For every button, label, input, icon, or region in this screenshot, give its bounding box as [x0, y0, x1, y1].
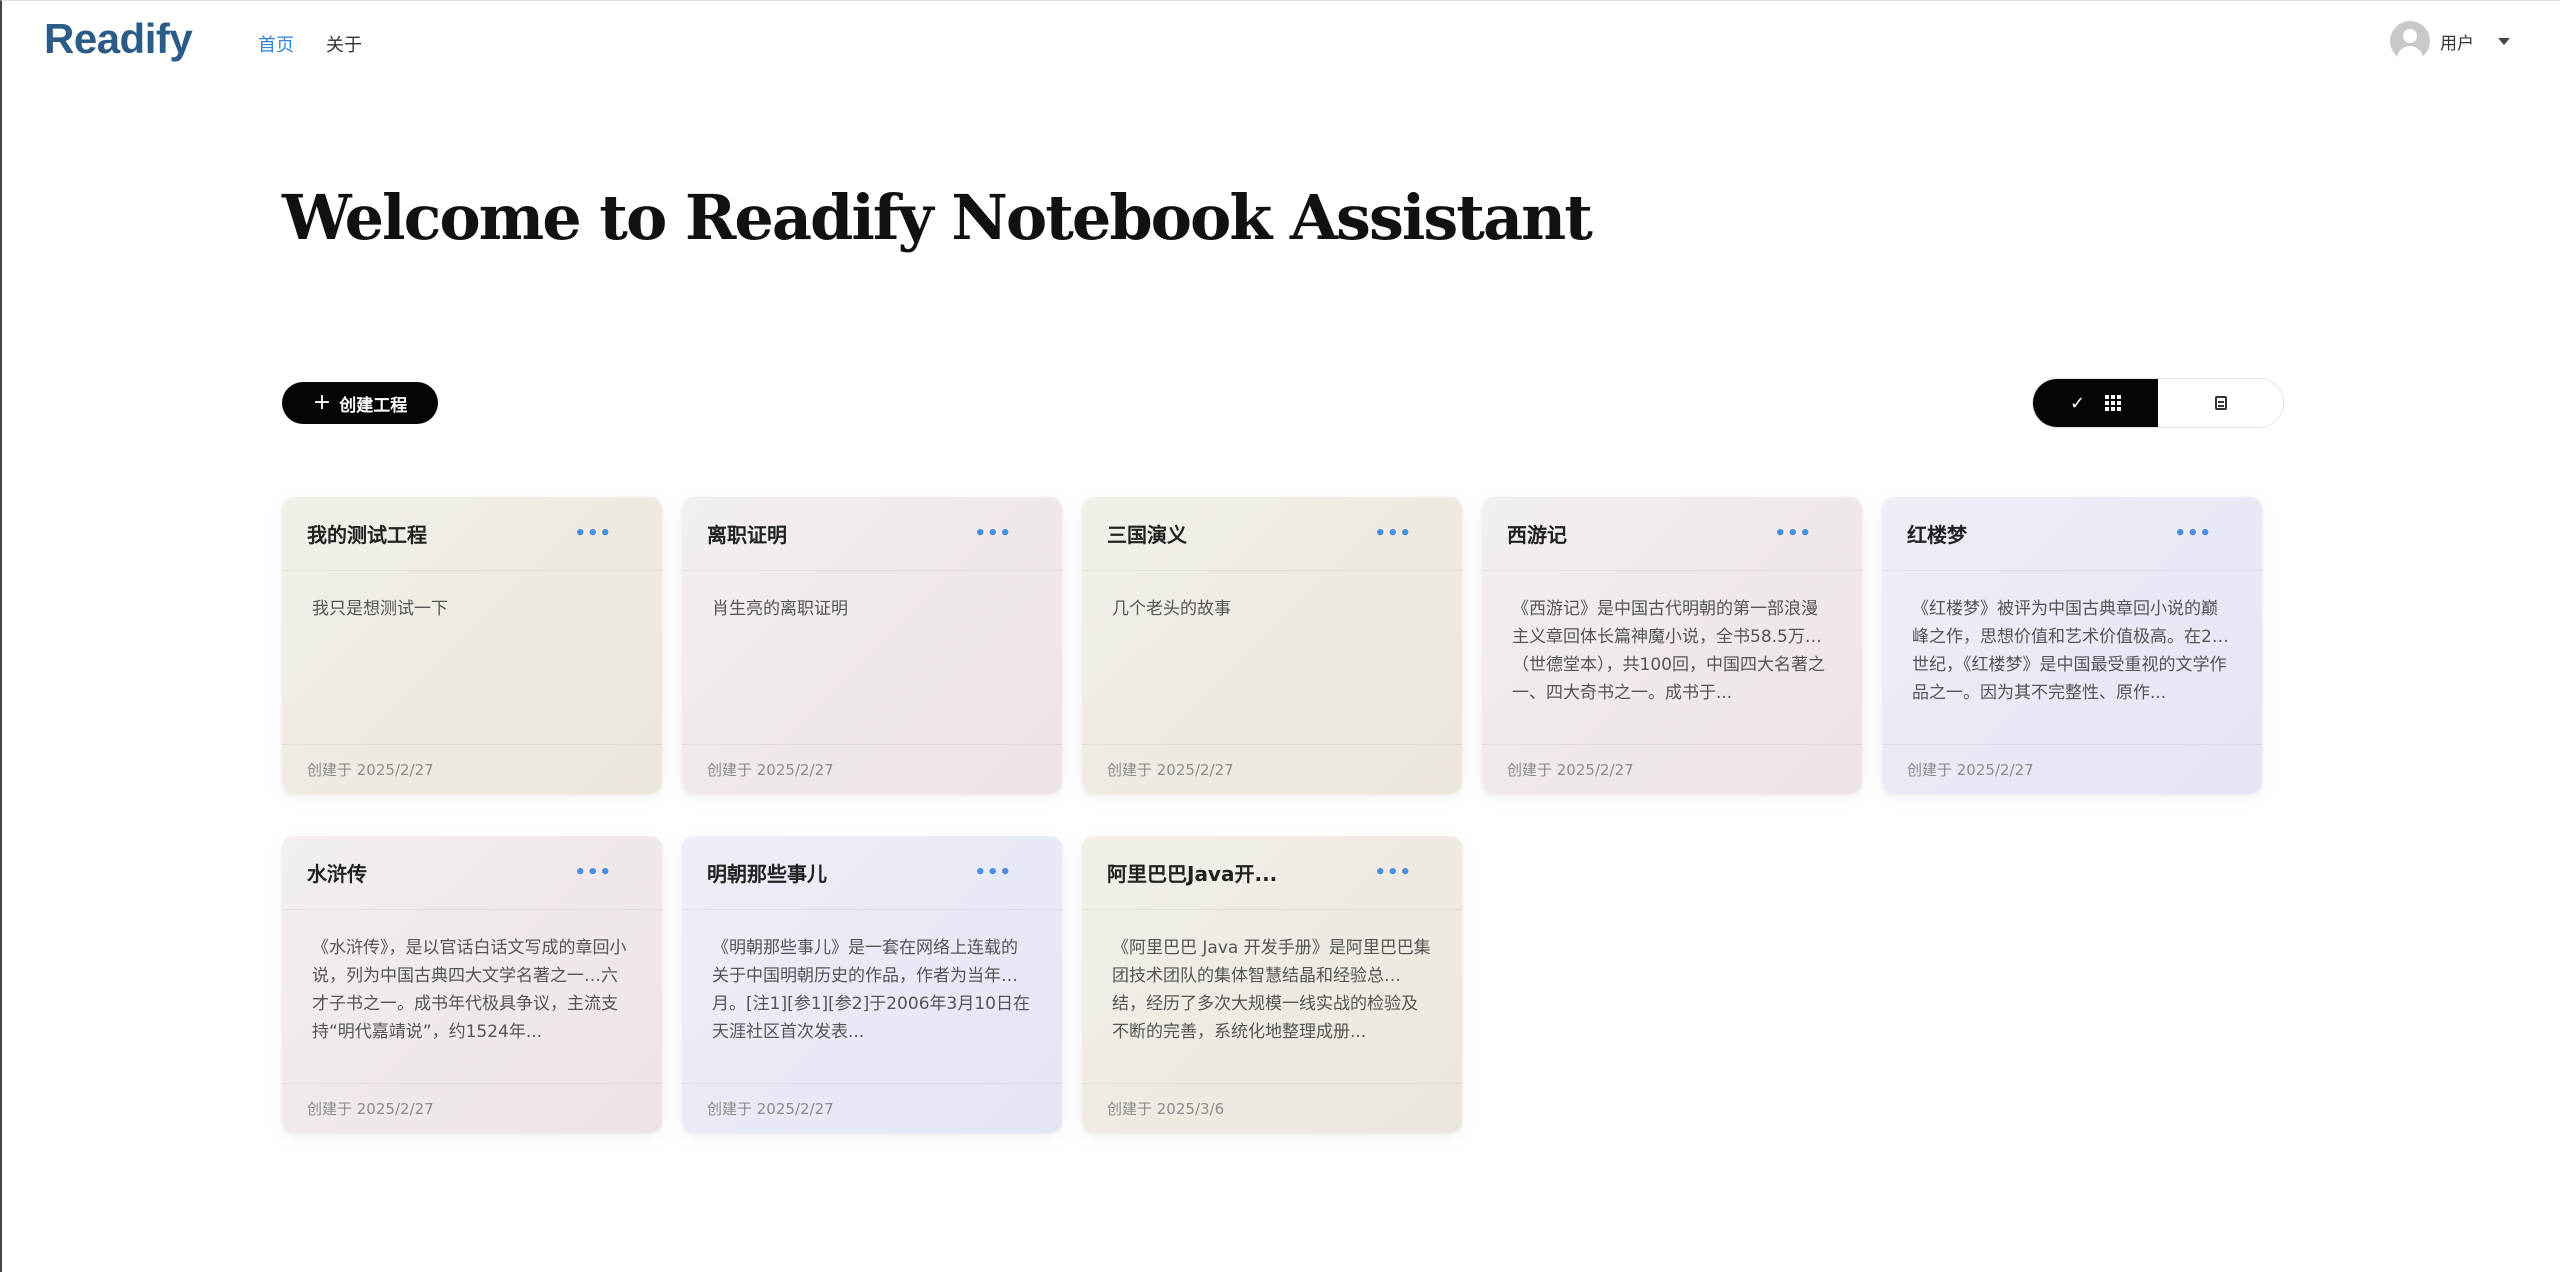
card-header: 西游记 ••• [1482, 497, 1862, 571]
grid-icon [2105, 395, 2122, 411]
main-nav: 首页 关于 [258, 31, 362, 57]
card-description: 肖生亮的离职证明 [712, 599, 848, 619]
card-title: 阿里巴巴Java开... [1107, 862, 1278, 886]
card-header: 水浒传 ••• [282, 836, 662, 910]
card-description: 几个老头的故事 [1112, 599, 1231, 619]
card-header: 我的测试工程 ••• [282, 497, 662, 571]
project-card[interactable]: 离职证明 ••• 肖生亮的离职证明创建于 2025/2/27 [682, 497, 1062, 794]
card-created-date: 创建于 2025/2/27 [1482, 744, 1862, 794]
card-created-date: 创建于 2025/2/27 [682, 744, 1062, 794]
project-card[interactable]: 我的测试工程 ••• 我只是想测试一下创建于 2025/2/27 [282, 497, 662, 794]
card-created-date: 创建于 2025/2/27 [282, 744, 662, 794]
more-horizontal-icon[interactable]: ••• [974, 523, 1012, 544]
card-title: 离职证明 [707, 523, 787, 547]
more-horizontal-icon[interactable]: ••• [2174, 523, 2212, 544]
project-card[interactable]: 西游记 ••• 《西游记》是中国古代明朝的第一部浪漫主义章回体长篇神魔小说，全书58… [1482, 497, 1862, 794]
page-title: Welcome to Readify Notebook Assistant [282, 181, 1593, 254]
card-description: 《明朝那些事儿》是一套在网络上连载的关于中国明朝历史的作品，作者为当年…月。[注… [712, 938, 1030, 1042]
card-title: 我的测试工程 [307, 523, 427, 547]
card-created-date: 创建于 2025/2/27 [1082, 744, 1462, 794]
card-created-date: 创建于 2025/2/27 [682, 1083, 1062, 1133]
create-project-button[interactable]: + 创建工程 [282, 382, 438, 424]
card-header: 阿里巴巴Java开... ••• [1082, 836, 1462, 910]
card-description: 《阿里巴巴 Java 开发手册》是阿里巴巴集团技术团队的集体智慧结晶和经验总…结… [1112, 938, 1431, 1042]
card-description: 《红楼梦》被评为中国古典章回小说的巅峰之作，思想价值和艺术价值极高。在2…世纪，… [1912, 599, 2229, 703]
user-avatar-icon [2390, 21, 2430, 61]
more-horizontal-icon[interactable]: ••• [1774, 523, 1812, 544]
plus-icon: + [312, 390, 332, 415]
user-name: 用户 [2440, 33, 2474, 54]
project-card[interactable]: 阿里巴巴Java开... ••• 《阿里巴巴 Java 开发手册》是阿里巴巴集团技术… [1082, 836, 1462, 1133]
more-horizontal-icon[interactable]: ••• [574, 862, 612, 883]
check-icon: ✓ [2069, 392, 2086, 414]
card-header: 三国演义 ••• [1082, 497, 1462, 571]
card-header: 明朝那些事儿 ••• [682, 836, 1062, 910]
card-title: 红楼梦 [1907, 523, 1967, 547]
project-card[interactable]: 明朝那些事儿 ••• 《明朝那些事儿》是一套在网络上连载的关于中国明朝历史的作品，作… [682, 836, 1062, 1133]
project-card[interactable]: 水浒传 ••• 《水浒传》，是以官话白话文写成的章回小说，列为中国古典四大文学名著之… [282, 836, 662, 1133]
card-description: 我只是想测试一下 [312, 599, 448, 619]
project-card[interactable]: 红楼梦 ••• 《红楼梦》被评为中国古典章回小说的巅峰之作，思想价值和艺术价值极高。… [1882, 497, 2262, 794]
more-horizontal-icon[interactable]: ••• [1374, 523, 1412, 544]
chevron-down-icon [2498, 37, 2510, 45]
more-horizontal-icon[interactable]: ••• [574, 523, 612, 544]
list-view-toggle[interactable] [2158, 379, 2283, 427]
document-icon [2214, 396, 2227, 410]
view-toggle: ✓ [2032, 378, 2284, 428]
card-header: 红楼梦 ••• [1882, 497, 2262, 571]
grid-view-toggle[interactable]: ✓ [2033, 379, 2158, 427]
card-created-date: 创建于 2025/2/27 [1882, 744, 2262, 794]
card-header: 离职证明 ••• [682, 497, 1062, 571]
card-description: 《西游记》是中国古代明朝的第一部浪漫主义章回体长篇神魔小说，全书58.5万…（世… [1512, 599, 1825, 703]
card-title: 明朝那些事儿 [707, 862, 827, 886]
project-card[interactable]: 三国演义 ••• 几个老头的故事创建于 2025/2/27 [1082, 497, 1462, 794]
user-menu[interactable]: 用户 [2390, 21, 2510, 61]
more-horizontal-icon[interactable]: ••• [974, 862, 1012, 883]
card-created-date: 创建于 2025/2/27 [282, 1083, 662, 1133]
card-title: 三国演义 [1107, 523, 1187, 547]
top-bar: Readify 首页 关于 用户 [2, 1, 2560, 83]
nav-about[interactable]: 关于 [326, 31, 362, 57]
card-created-date: 创建于 2025/3/6 [1082, 1083, 1462, 1133]
more-horizontal-icon[interactable]: ••• [1374, 862, 1412, 883]
card-title: 水浒传 [307, 862, 367, 886]
create-project-label: 创建工程 [339, 395, 408, 416]
card-title: 西游记 [1507, 523, 1567, 547]
logo[interactable]: Readify [44, 15, 193, 63]
nav-home[interactable]: 首页 [258, 31, 294, 57]
card-description: 《水浒传》，是以官话白话文写成的章回小说，列为中国古典四大文学名著之一…六才子书… [312, 938, 627, 1042]
